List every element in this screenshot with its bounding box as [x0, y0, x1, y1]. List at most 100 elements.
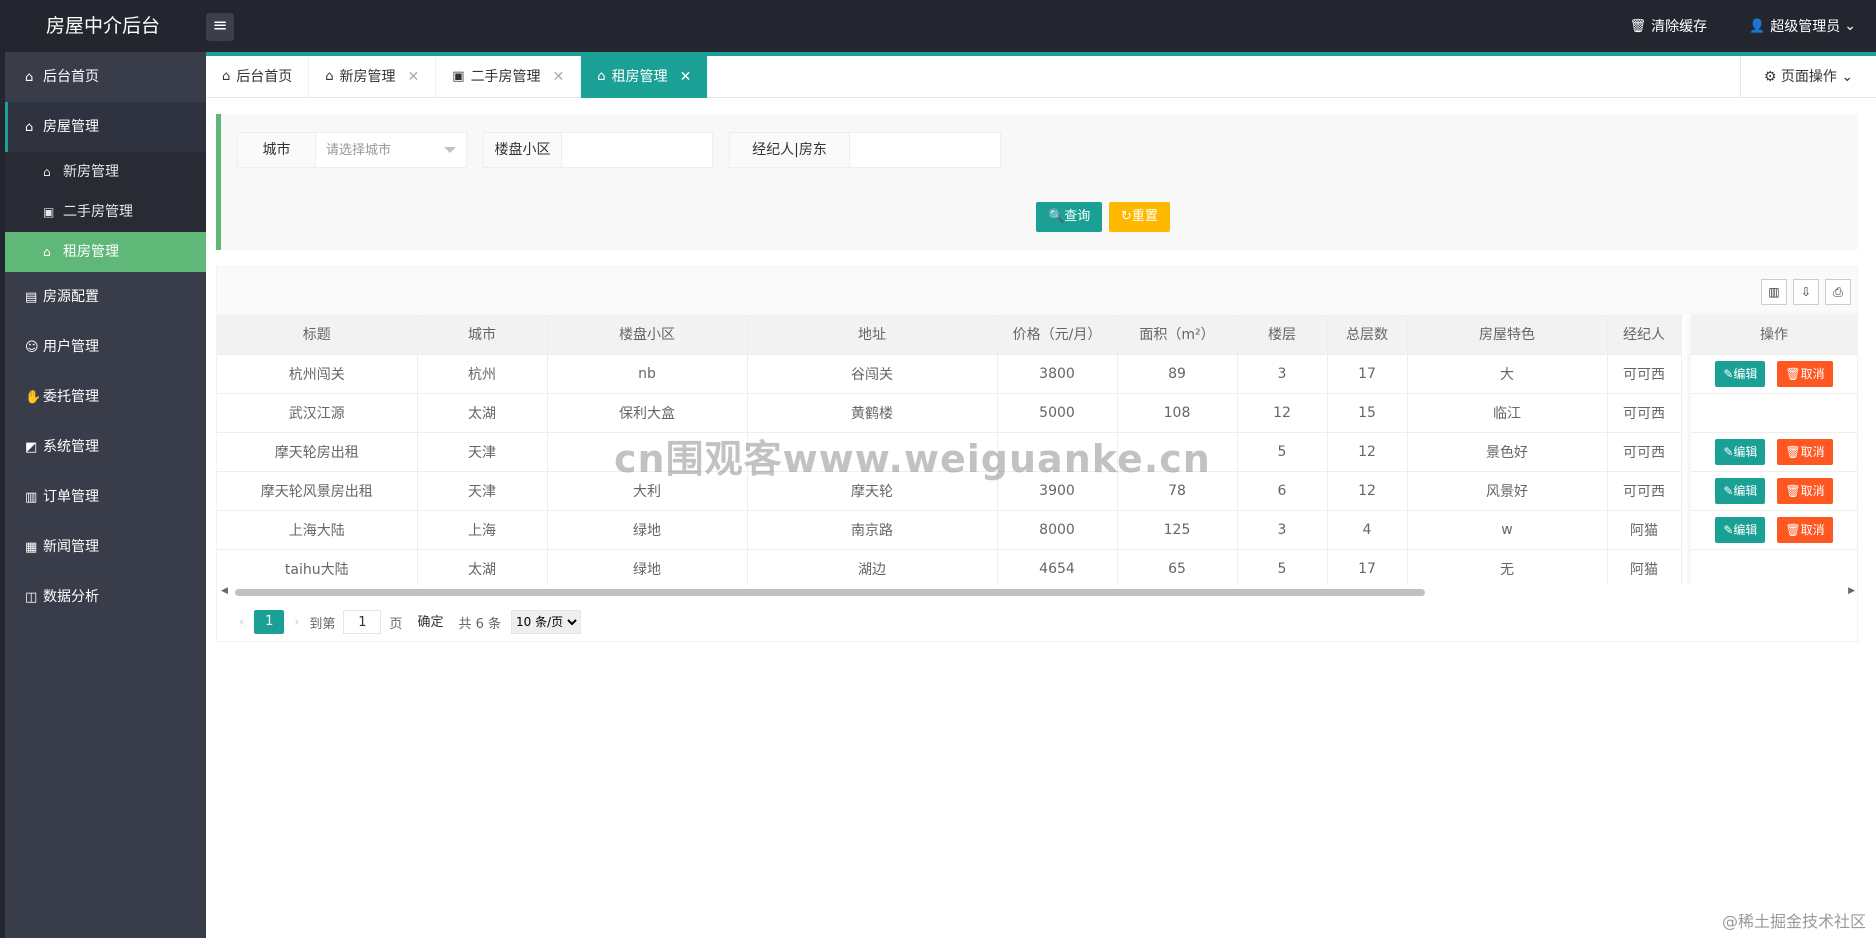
sidebar-item-house-management[interactable]: ⌂ 房屋管理 [5, 102, 206, 152]
cancel-button[interactable]: 🗑取消 [1777, 360, 1833, 387]
estate-input[interactable] [562, 133, 712, 167]
table-cell: 绿地 [547, 510, 748, 550]
agent-input[interactable] [850, 133, 1000, 167]
user-icon: 👤 [1749, 18, 1766, 34]
table-cell: 89 [1117, 354, 1238, 394]
table-row [1691, 393, 1857, 433]
house-icon: ⌂ [597, 69, 606, 84]
sidebar-subitem-new-house[interactable]: ⌂ 新房管理 [5, 152, 206, 192]
sidebar-item-label: 房屋管理 [43, 119, 99, 135]
row-actions: ✎编辑 🗑取消 [1691, 354, 1857, 394]
cancel-button[interactable]: 🗑取消 [1777, 516, 1833, 543]
sidebar-item-label: 系统管理 [43, 439, 99, 455]
settings-icon: ◩ [25, 440, 38, 455]
table-cell: 湖边 [747, 549, 998, 589]
table-cell: 太湖 [417, 549, 548, 589]
table-cell: 保利大盒 [547, 393, 748, 433]
scrollbar-thumb[interactable] [235, 589, 1425, 596]
column-header[interactable]: 城市 [417, 315, 548, 355]
tab-second-hand[interactable]: ▣ 二手房管理 ✕ [436, 56, 582, 98]
home-icon: ⌂ [222, 69, 231, 84]
table-row[interactable]: 杭州闯关 杭州 nb 谷闯关 3800 89 3 17 大可可西 [217, 354, 1682, 394]
sidebar-subitem-rental[interactable]: ⌂ 租房管理 [5, 232, 206, 272]
column-header[interactable]: 总层数 [1327, 315, 1408, 355]
scroll-right-icon[interactable]: ▶ [1848, 586, 1855, 596]
page-size-select[interactable]: 10 条/页 [511, 610, 581, 634]
sidebar-item-users[interactable]: ☺ 用户管理 [5, 322, 206, 372]
goto-page-input[interactable] [343, 610, 382, 634]
sidebar-item-commission[interactable]: ✋ 委托管理 [5, 372, 206, 422]
sidebar-item-orders[interactable]: ▥ 订单管理 [5, 472, 206, 522]
horizontal-scrollbar[interactable]: ◀ ▶ [217, 585, 1857, 599]
table-row[interactable]: 上海大陆 上海 绿地 南京路 8000 125 3 4 w 阿猫 [217, 510, 1682, 550]
table-cell: 天津 [417, 471, 548, 511]
tab-label: 新房管理 [339, 69, 396, 85]
column-header[interactable]: 地址 [747, 315, 998, 355]
table-row[interactable]: taihu大陆 太湖 绿地 湖边 4654 65 5 17 无阿猫 [217, 549, 1682, 589]
house-icon: ⌂ [325, 69, 334, 84]
tab-new-house[interactable]: ⌂ 新房管理 ✕ [309, 56, 437, 98]
scroll-left-icon[interactable]: ◀ [221, 586, 228, 596]
sidebar-item-label: 用户管理 [43, 339, 99, 355]
table-row[interactable]: 武汉江源 太湖 保利大盒 黄鹤楼 5000 108 12 15 临江 可可西 [217, 393, 1682, 433]
print-icon[interactable]: ⎙ [1825, 279, 1851, 305]
export-icon[interactable]: ⇩ [1793, 279, 1819, 305]
table-row: ✎编辑 🗑取消 [1691, 510, 1857, 550]
cancel-button[interactable]: 🗑取消 [1777, 438, 1833, 465]
tab-label: 后台首页 [236, 69, 293, 85]
table-cell: 武汉江源 [217, 393, 418, 433]
table-cell: w [1407, 510, 1608, 550]
hamburger-icon[interactable]: ≡ [206, 13, 234, 41]
trash-icon: 🗑 [1785, 522, 1801, 537]
search-icon: 🔍 [1048, 209, 1065, 224]
sidebar-item-system[interactable]: ◩ 系统管理 [5, 422, 206, 472]
sidebar-item-label: 房源配置 [43, 289, 99, 305]
table-cell: 5000 [997, 393, 1118, 433]
column-header[interactable]: 面积（m²） [1117, 315, 1238, 355]
next-page-icon[interactable]: › [294, 615, 299, 630]
trash-icon: 🗑 [1785, 444, 1801, 459]
tab-rental[interactable]: ⌂ 租房管理 ✕ [581, 56, 709, 98]
pencil-icon: ✎ [1723, 483, 1734, 498]
reset-button[interactable]: ↻重置 [1109, 202, 1170, 232]
news-icon: ▦ [25, 540, 38, 555]
column-header[interactable]: 标题 [217, 315, 418, 355]
user-menu[interactable]: 👤 超级管理员 ⌄ [1749, 16, 1856, 36]
tab-home[interactable]: ⌂ 后台首页 [206, 56, 310, 98]
query-label: 查询 [1064, 209, 1091, 224]
edit-button[interactable]: ✎编辑 [1715, 516, 1766, 543]
column-header[interactable]: 价格（元/月） [997, 315, 1118, 355]
sidebar-item-home[interactable]: ⌂ 后台首页 [5, 52, 206, 102]
columns-filter-icon[interactable]: ▥ [1761, 279, 1787, 305]
sidebar-subitem-second-hand[interactable]: ▣ 二手房管理 [5, 192, 206, 232]
sidebar-item-listing-config[interactable]: ▤ 房源配置 [5, 272, 206, 322]
briefcase-icon: ▣ [43, 205, 55, 219]
edit-button[interactable]: ✎编辑 [1715, 360, 1766, 387]
column-header[interactable]: 楼盘小区 [547, 315, 748, 355]
home-icon: ⌂ [25, 70, 34, 85]
app-logo: 房屋中介后台 [45, 15, 160, 37]
cancel-label: 取消 [1800, 444, 1825, 459]
column-header[interactable]: 楼层 [1237, 315, 1328, 355]
sidebar-item-news[interactable]: ▦ 新闻管理 [5, 522, 206, 572]
edit-label: 编辑 [1733, 522, 1758, 537]
table-row: ✎编辑 🗑取消 [1691, 471, 1857, 511]
current-page[interactable]: 1 [254, 610, 285, 634]
table-cell: 可可西 [1607, 471, 1682, 511]
page-operations-menu[interactable]: ⚙ 页面操作 ⌄ [1740, 56, 1876, 98]
column-header[interactable]: 房屋特色 [1407, 315, 1608, 355]
edit-button[interactable]: ✎编辑 [1715, 438, 1766, 465]
edit-button[interactable]: ✎编辑 [1715, 477, 1766, 504]
sidebar-item-analytics[interactable]: ◫ 数据分析 [5, 572, 206, 622]
cancel-button[interactable]: 🗑取消 [1777, 477, 1833, 504]
close-icon[interactable]: ✕ [680, 56, 692, 98]
clear-cache-button[interactable]: 🗑 清除缓存 [1630, 16, 1708, 36]
close-icon[interactable]: ✕ [553, 56, 565, 98]
query-button[interactable]: 🔍查询 [1036, 202, 1103, 232]
close-icon[interactable]: ✕ [408, 56, 420, 98]
prev-page-icon[interactable]: ‹ [239, 615, 244, 630]
sidebar-subitem-label: 二手房管理 [63, 204, 133, 220]
column-header[interactable]: 经纪人 [1607, 315, 1682, 355]
table-cell: 5 [1237, 549, 1328, 589]
goto-confirm-button[interactable]: 确定 [412, 610, 449, 634]
